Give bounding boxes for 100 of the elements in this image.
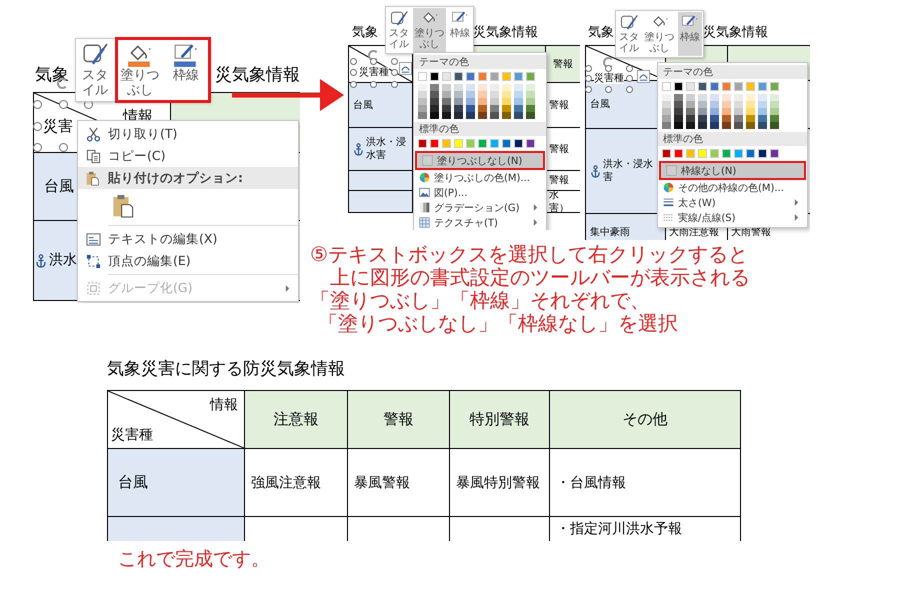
color-swatch[interactable]: [514, 91, 523, 98]
color-swatch[interactable]: [526, 98, 535, 105]
outline-button[interactable]: 枠線: [678, 12, 702, 56]
color-swatch[interactable]: [698, 108, 707, 115]
menu-item[interactable]: 頂点の編集(E): [78, 250, 298, 272]
color-swatch[interactable]: [770, 108, 779, 115]
color-swatch[interactable]: [418, 72, 427, 81]
color-swatch[interactable]: [758, 122, 767, 129]
fill-button[interactable]: 塗りつぶし: [413, 8, 446, 52]
color-swatch[interactable]: [502, 112, 511, 119]
color-swatch[interactable]: [454, 139, 463, 148]
color-swatch[interactable]: [662, 122, 671, 129]
color-swatch[interactable]: [722, 122, 731, 129]
color-swatch[interactable]: [698, 149, 707, 158]
style-button[interactable]: スタイル: [617, 12, 641, 56]
color-swatch[interactable]: [734, 149, 743, 158]
menu-item[interactable]: 塗りつぶしなし(N): [417, 153, 543, 168]
menu-item[interactable]: 枠線なし(N): [661, 163, 804, 178]
color-swatch[interactable]: [686, 94, 695, 101]
menu-item[interactable]: テクスチャ(T): [414, 215, 546, 230]
color-swatch[interactable]: [674, 94, 683, 101]
color-swatch[interactable]: [466, 72, 475, 81]
color-swatch[interactable]: [662, 108, 671, 115]
color-swatch[interactable]: [722, 115, 731, 122]
color-swatch[interactable]: [662, 149, 671, 158]
color-swatch[interactable]: [478, 91, 487, 98]
color-swatch[interactable]: [454, 112, 463, 119]
color-swatch[interactable]: [442, 112, 451, 119]
color-swatch[interactable]: [686, 101, 695, 108]
color-swatch[interactable]: [746, 115, 755, 122]
menu-item[interactable]: 図(P)...: [414, 185, 546, 200]
color-swatch[interactable]: [442, 98, 451, 105]
color-swatch[interactable]: [674, 115, 683, 122]
color-swatch[interactable]: [674, 122, 683, 129]
color-swatch[interactable]: [686, 122, 695, 129]
color-swatch[interactable]: [710, 108, 719, 115]
color-swatch[interactable]: [442, 72, 451, 81]
color-swatch[interactable]: [514, 139, 523, 148]
color-swatch[interactable]: [454, 84, 463, 91]
color-swatch[interactable]: [418, 112, 427, 119]
color-swatch[interactable]: [454, 72, 463, 81]
menu-item[interactable]: 太さ(W): [658, 195, 807, 210]
color-swatch[interactable]: [722, 149, 731, 158]
color-swatch[interactable]: [454, 98, 463, 105]
color-swatch[interactable]: [418, 105, 427, 112]
color-swatch[interactable]: [514, 84, 523, 91]
outline-button[interactable]: 枠線: [448, 8, 472, 52]
color-swatch[interactable]: [418, 84, 427, 91]
color-swatch[interactable]: [526, 84, 535, 91]
color-swatch[interactable]: [770, 94, 779, 101]
color-swatch[interactable]: [442, 91, 451, 98]
color-swatch[interactable]: [478, 105, 487, 112]
style-button[interactable]: スタイル: [387, 8, 411, 52]
color-swatch[interactable]: [466, 91, 475, 98]
color-swatch[interactable]: [526, 72, 535, 81]
color-swatch[interactable]: [490, 139, 499, 148]
color-swatch[interactable]: [758, 101, 767, 108]
color-swatch[interactable]: [758, 149, 767, 158]
color-swatch[interactable]: [662, 94, 671, 101]
color-swatch[interactable]: [698, 122, 707, 129]
color-swatch[interactable]: [454, 105, 463, 112]
color-swatch[interactable]: [710, 149, 719, 158]
layout-options-icon[interactable]: [399, 62, 412, 75]
color-swatch[interactable]: [442, 139, 451, 148]
color-swatch[interactable]: [734, 101, 743, 108]
color-swatch[interactable]: [734, 94, 743, 101]
color-swatch[interactable]: [490, 91, 499, 98]
color-swatch[interactable]: [430, 84, 439, 91]
color-swatch[interactable]: [734, 115, 743, 122]
color-swatch[interactable]: [466, 98, 475, 105]
color-swatch[interactable]: [734, 82, 743, 91]
color-swatch[interactable]: [686, 82, 695, 91]
color-swatch[interactable]: [686, 149, 695, 158]
color-swatch[interactable]: [674, 149, 683, 158]
color-swatch[interactable]: [430, 91, 439, 98]
color-swatch[interactable]: [746, 149, 755, 158]
color-swatch[interactable]: [722, 94, 731, 101]
color-swatch[interactable]: [722, 82, 731, 91]
color-swatch[interactable]: [490, 98, 499, 105]
color-swatch[interactable]: [710, 101, 719, 108]
color-swatch[interactable]: [710, 115, 719, 122]
color-swatch[interactable]: [770, 149, 779, 158]
color-swatch[interactable]: [478, 98, 487, 105]
fill-button[interactable]: 塗りつぶし: [643, 12, 676, 56]
color-swatch[interactable]: [674, 101, 683, 108]
color-swatch[interactable]: [478, 139, 487, 148]
color-swatch[interactable]: [770, 115, 779, 122]
color-swatch[interactable]: [418, 98, 427, 105]
color-swatch[interactable]: [502, 105, 511, 112]
menu-item[interactable]: 切り取り(T): [78, 123, 298, 145]
color-swatch[interactable]: [734, 108, 743, 115]
color-swatch[interactable]: [722, 108, 731, 115]
color-swatch[interactable]: [526, 112, 535, 119]
color-swatch[interactable]: [746, 122, 755, 129]
color-swatch[interactable]: [478, 84, 487, 91]
color-swatch[interactable]: [662, 115, 671, 122]
color-swatch[interactable]: [526, 105, 535, 112]
menu-item[interactable]: その他の枠線の色(M)...: [658, 180, 807, 195]
color-swatch[interactable]: [674, 108, 683, 115]
color-swatch[interactable]: [526, 91, 535, 98]
